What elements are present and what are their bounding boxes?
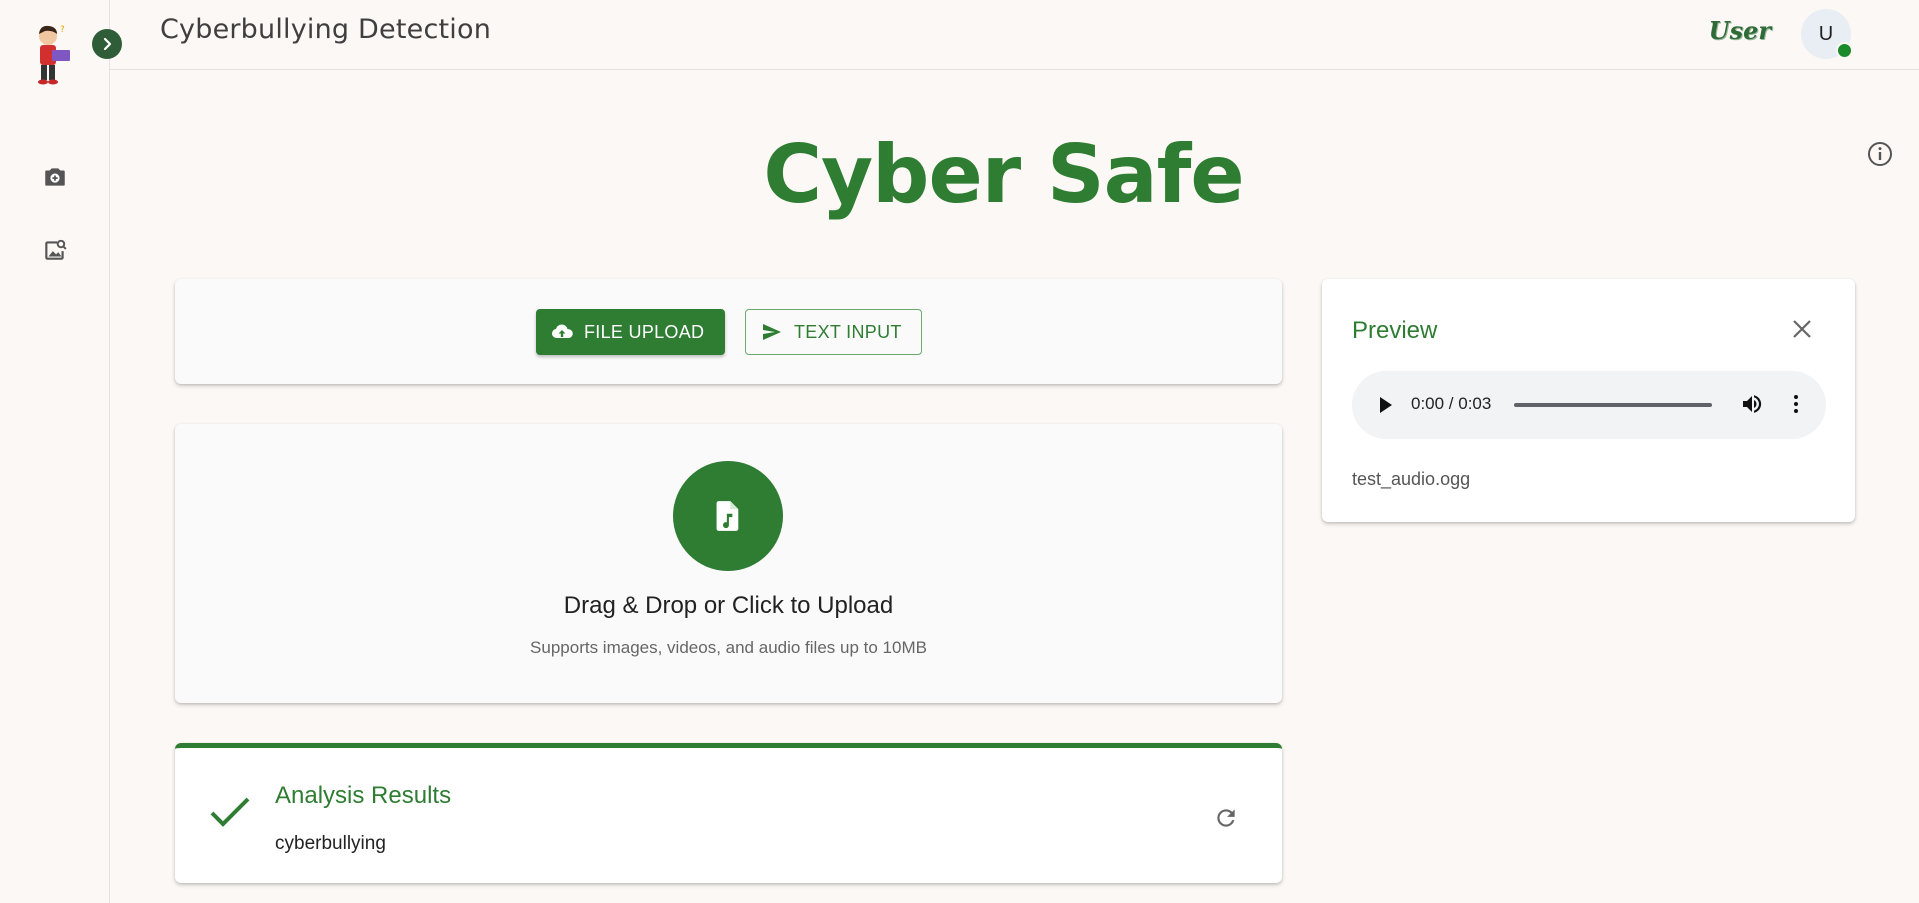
svg-text:?: ? (60, 25, 65, 35)
app-logo: ? (30, 22, 76, 92)
online-status-dot (1836, 42, 1853, 59)
file-upload-button[interactable]: FILE UPLOAD (536, 309, 725, 355)
send-icon (763, 324, 781, 340)
app-title: Cyberbullying Detection (160, 14, 492, 45)
audio-progress-bar[interactable] (1514, 403, 1712, 407)
text-input-label: TEXT INPUT (794, 321, 902, 342)
top-bar: Cyberbullying Detection User U (110, 0, 1919, 70)
text-input-button[interactable]: TEXT INPUT (745, 309, 922, 355)
image-search-icon[interactable] (41, 236, 69, 264)
audio-file-icon (673, 461, 783, 571)
chevron-right-icon (103, 37, 112, 51)
upload-dropzone[interactable]: Drag & Drop or Click to Upload Supports … (175, 424, 1282, 703)
user-label: User (1708, 16, 1771, 45)
upload-heading: Drag & Drop or Click to Upload (563, 592, 894, 619)
avatar[interactable]: U (1801, 9, 1853, 59)
volume-icon[interactable] (1740, 392, 1764, 421)
analysis-results-card: Analysis Results cyberbullying (175, 743, 1282, 883)
preview-file-name: test_audio.ogg (1352, 469, 1471, 489)
audio-time: 0:00 / 0:03 (1411, 394, 1492, 413)
upload-subtext: Supports images, videos, and audio files… (530, 638, 927, 657)
play-icon[interactable] (1374, 393, 1396, 422)
refresh-icon[interactable] (1213, 805, 1239, 836)
avatar-initial: U (1818, 22, 1834, 45)
file-upload-label: FILE UPLOAD (584, 321, 705, 342)
cloud-upload-icon (551, 324, 573, 338)
check-icon (209, 795, 251, 834)
preview-card: Preview 0:00 / 0:03 test_audio.ogg (1322, 279, 1855, 522)
results-value: cyberbullying (275, 833, 386, 854)
input-mode-card: FILE UPLOAD TEXT INPUT (175, 279, 1282, 384)
results-title: Analysis Results (275, 782, 452, 809)
close-icon[interactable] (1790, 317, 1814, 346)
preview-title: Preview (1352, 317, 1438, 344)
more-options-icon[interactable] (1784, 392, 1808, 421)
page-title: Cyber Safe (763, 128, 1244, 221)
audio-player[interactable]: 0:00 / 0:03 (1352, 371, 1826, 439)
sidebar-toggle-button[interactable] (92, 29, 122, 59)
